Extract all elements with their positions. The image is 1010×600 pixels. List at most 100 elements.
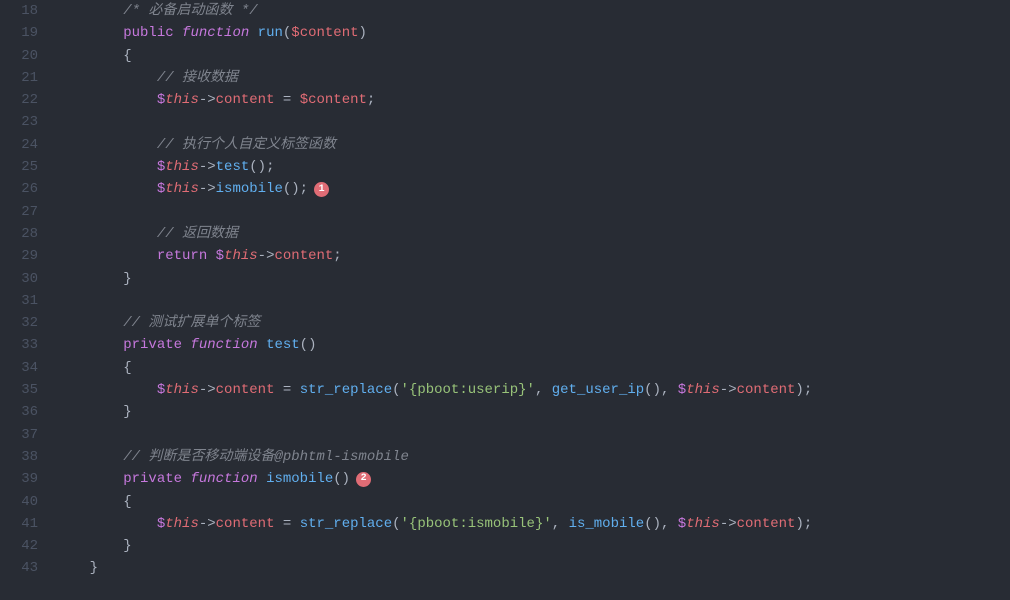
token-doll: $: [157, 513, 165, 535]
token-punc: {: [123, 357, 131, 379]
token-punc: ): [359, 22, 367, 44]
token-doll: $: [157, 89, 165, 111]
token-this: this: [165, 379, 199, 401]
token-kw: public: [123, 22, 173, 44]
token-fn: str_replace: [300, 379, 392, 401]
token-fn: is_mobile: [569, 513, 645, 535]
line-number: 26: [10, 178, 38, 200]
token-punc: ;: [333, 245, 341, 267]
line-number: 33: [10, 334, 38, 356]
line-number: 38: [10, 446, 38, 468]
token-prop: content: [274, 245, 333, 267]
line-number: 31: [10, 290, 38, 312]
line-number: 40: [10, 491, 38, 513]
token-punc: (): [333, 468, 350, 490]
token-doll: $: [678, 379, 686, 401]
token-sp: [249, 22, 257, 44]
token-fn: str_replace: [300, 513, 392, 535]
token-doll: $: [157, 379, 165, 401]
line-number: 39: [10, 468, 38, 490]
annotation-badge[interactable]: 1: [314, 182, 329, 197]
token-cmt: // 测试扩展单个标签: [123, 312, 260, 334]
line-number: 43: [10, 557, 38, 579]
token-punc: }: [123, 535, 131, 557]
token-punc: =: [283, 89, 291, 111]
token-punc: ();: [283, 178, 308, 200]
code-line: [56, 201, 1010, 223]
token-kw: private: [123, 468, 182, 490]
line-number: 36: [10, 401, 38, 423]
token-prop: content: [216, 513, 275, 535]
token-punc: );: [795, 513, 812, 535]
token-doll: $: [678, 513, 686, 535]
line-number: 21: [10, 67, 38, 89]
token-fnk: function: [182, 22, 249, 44]
code-line: private function ismobile()2: [56, 468, 1010, 490]
token-fn: test: [216, 156, 250, 178]
code-line: $this->content = $content;: [56, 89, 1010, 111]
token-doll: $: [216, 245, 224, 267]
code-line: [56, 290, 1010, 312]
token-punc: (: [392, 379, 400, 401]
code-line: /* 必备启动函数 */: [56, 0, 1010, 22]
token-kw: return: [157, 245, 207, 267]
code-line: $this->test();: [56, 156, 1010, 178]
token-sp: [182, 468, 190, 490]
token-sp: [258, 468, 266, 490]
token-this: this: [224, 245, 258, 267]
token-this: this: [686, 513, 720, 535]
token-cmt: // 接收数据: [157, 67, 238, 89]
token-var: $content: [300, 89, 367, 111]
token-punc: ->: [720, 513, 737, 535]
token-punc: }: [123, 401, 131, 423]
token-kw: private: [123, 334, 182, 356]
token-sp: [291, 89, 299, 111]
line-number: 27: [10, 201, 38, 223]
token-punc: (: [283, 22, 291, 44]
code-line: {: [56, 357, 1010, 379]
token-punc: );: [795, 379, 812, 401]
token-fn: test: [266, 334, 300, 356]
line-number: 22: [10, 89, 38, 111]
token-punc: ,: [535, 379, 552, 401]
line-number: 20: [10, 45, 38, 67]
token-punc: (),: [644, 379, 678, 401]
token-fnk: function: [190, 334, 257, 356]
token-fn: run: [258, 22, 283, 44]
token-this: this: [165, 513, 199, 535]
code-line: private function test(): [56, 334, 1010, 356]
line-number: 28: [10, 223, 38, 245]
token-fn: ismobile: [216, 178, 283, 200]
token-punc: {: [123, 491, 131, 513]
token-prop: content: [737, 513, 796, 535]
code-line: }: [56, 535, 1010, 557]
token-punc: =: [283, 379, 291, 401]
token-str: '{pboot:userip}': [401, 379, 535, 401]
line-number: 25: [10, 156, 38, 178]
token-punc: ;: [367, 89, 375, 111]
line-number: 41: [10, 513, 38, 535]
token-punc: ->: [199, 379, 216, 401]
code-line: {: [56, 491, 1010, 513]
code-line: // 返回数据: [56, 223, 1010, 245]
token-punc: ->: [199, 178, 216, 200]
code-line: // 判断是否移动端设备@pbhtml-ismobile: [56, 446, 1010, 468]
code-area[interactable]: /* 必备启动函数 */ public function run($conten…: [50, 0, 1010, 600]
line-number-gutter: 1819202122232425262728293031323334353637…: [0, 0, 50, 600]
token-punc: =: [283, 513, 291, 535]
line-number: 24: [10, 134, 38, 156]
token-punc: (),: [644, 513, 678, 535]
annotation-badge[interactable]: 2: [356, 472, 371, 487]
line-number: 42: [10, 535, 38, 557]
token-punc: {: [123, 45, 131, 67]
token-punc: ->: [199, 89, 216, 111]
code-line: // 测试扩展单个标签: [56, 312, 1010, 334]
token-punc: ,: [552, 513, 569, 535]
token-punc: ->: [199, 156, 216, 178]
token-sp: [291, 513, 299, 535]
token-cmt: // 返回数据: [157, 223, 238, 245]
code-line: [56, 424, 1010, 446]
token-punc: (): [300, 334, 317, 356]
token-punc: ->: [199, 513, 216, 535]
code-line: public function run($content): [56, 22, 1010, 44]
